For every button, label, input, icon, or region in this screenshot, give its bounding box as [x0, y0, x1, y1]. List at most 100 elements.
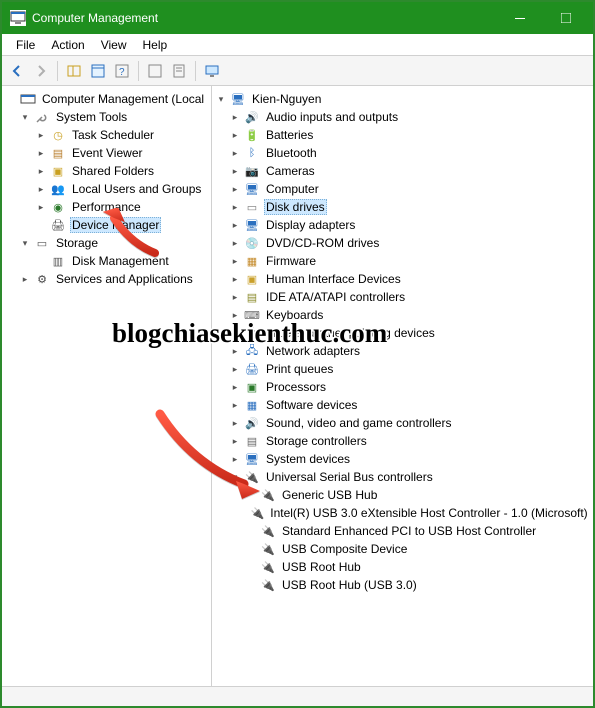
cat-software[interactable]: ▸▦Software devices: [212, 396, 593, 414]
cat-processors[interactable]: ▸▣Processors: [212, 378, 593, 396]
expand-icon[interactable]: ▸: [228, 326, 242, 340]
show-hide-tree-button[interactable]: [63, 60, 85, 82]
expand-icon[interactable]: ▸: [228, 344, 242, 358]
expand-icon[interactable]: ▸: [228, 290, 242, 304]
expand-icon[interactable]: ▸: [18, 272, 32, 286]
tree-label: Bluetooth: [264, 146, 319, 160]
expand-icon[interactable]: ▸: [228, 128, 242, 142]
expand-icon[interactable]: ▸: [34, 146, 48, 160]
usb-composite[interactable]: ▸🔌USB Composite Device: [212, 540, 593, 558]
expand-icon[interactable]: ▸: [228, 164, 242, 178]
tree-local-users[interactable]: ▸ 👥 Local Users and Groups: [2, 180, 211, 198]
usb-generic-hub[interactable]: ▸🔌Generic USB Hub: [212, 486, 593, 504]
tree-event-viewer[interactable]: ▸ ▤ Event Viewer: [2, 144, 211, 162]
expand-icon[interactable]: ▸: [228, 254, 242, 268]
tree-label: IDE ATA/ATAPI controllers: [264, 290, 407, 304]
firmware-icon: ▦: [244, 253, 260, 269]
right-tree-pane[interactable]: ▾ 🖥 Kien-Nguyen ▸🔊Audio inputs and outpu…: [212, 86, 593, 686]
cat-bluetooth[interactable]: ▸ᛒBluetooth: [212, 144, 593, 162]
expand-icon[interactable]: ▸: [228, 200, 242, 214]
expand-icon[interactable]: ▸: [228, 236, 242, 250]
tree-label: Computer: [264, 182, 321, 196]
menu-view[interactable]: View: [93, 36, 135, 54]
cat-keyboards[interactable]: ▸⌨Keyboards: [212, 306, 593, 324]
tree-label: Local Users and Groups: [70, 182, 203, 196]
processor-icon: ▣: [244, 379, 260, 395]
collapse-icon[interactable]: ▾: [18, 236, 32, 250]
cat-computer[interactable]: ▸🖥Computer: [212, 180, 593, 198]
collapse-icon[interactable]: ▾: [214, 92, 228, 106]
disk-drive-icon: ▭: [244, 199, 260, 215]
tree-shared-folders[interactable]: ▸ ▣ Shared Folders: [2, 162, 211, 180]
cat-network[interactable]: ▸🖧Network adapters: [212, 342, 593, 360]
tree-label: Event Viewer: [70, 146, 144, 160]
usb-standard-controller[interactable]: ▸🔌Standard Enhanced PCI to USB Host Cont…: [212, 522, 593, 540]
usb-root-hub-3[interactable]: ▸🔌USB Root Hub (USB 3.0): [212, 576, 593, 594]
menu-action[interactable]: Action: [43, 36, 92, 54]
expand-icon[interactable]: ▸: [228, 218, 242, 232]
properties-button[interactable]: [87, 60, 109, 82]
cat-mice[interactable]: ▸🖱Mice and other pointing devices: [212, 324, 593, 342]
cat-display[interactable]: ▸🖥 Display adapters: [212, 216, 593, 234]
forward-button[interactable]: [30, 60, 52, 82]
expand-icon[interactable]: ▸: [228, 362, 242, 376]
expand-icon[interactable]: ▸: [34, 182, 48, 196]
expand-icon[interactable]: ▸: [228, 380, 242, 394]
device-root[interactable]: ▾ 🖥 Kien-Nguyen: [212, 90, 593, 108]
cat-ide[interactable]: ▸▤IDE ATA/ATAPI controllers: [212, 288, 593, 306]
toolbar-separator: [195, 61, 196, 81]
expand-icon[interactable]: ▸: [34, 128, 48, 142]
menu-help[interactable]: Help: [135, 36, 176, 54]
refresh-button[interactable]: [144, 60, 166, 82]
camera-icon: 📷: [244, 163, 260, 179]
cat-batteries[interactable]: ▸🔋Batteries: [212, 126, 593, 144]
expand-icon[interactable]: ▸: [34, 200, 48, 214]
monitor-button[interactable]: [201, 60, 223, 82]
cat-disk-drives[interactable]: ▸▭Disk drives: [212, 198, 593, 216]
tree-label: Display adapters: [264, 218, 357, 232]
back-button[interactable]: [6, 60, 28, 82]
tree-system-tools[interactable]: ▾ System Tools: [2, 108, 211, 126]
tree-label: Storage: [54, 236, 100, 250]
titlebar: Computer Management: [2, 2, 593, 34]
cat-system-devices[interactable]: ▸🖥System devices: [212, 450, 593, 468]
menubar: File Action View Help: [2, 34, 593, 56]
expand-icon[interactable]: ▸: [228, 272, 242, 286]
tree-label: Kien-Nguyen: [250, 92, 323, 106]
cat-audio[interactable]: ▸🔊Audio inputs and outputs: [212, 108, 593, 126]
cat-dvd[interactable]: ▸💿DVD/CD-ROM drives: [212, 234, 593, 252]
menu-file[interactable]: File: [8, 36, 43, 54]
usb-root-hub[interactable]: ▸🔌USB Root Hub: [212, 558, 593, 576]
cat-sound[interactable]: ▸🔊Sound, video and game controllers: [212, 414, 593, 432]
expand-icon[interactable]: ▸: [228, 308, 242, 322]
minimize-button[interactable]: [497, 2, 543, 34]
tree-label: Sound, video and game controllers: [264, 416, 453, 430]
maximize-button[interactable]: [543, 2, 589, 34]
event-icon: ▤: [50, 145, 66, 161]
cat-cameras[interactable]: ▸📷Cameras: [212, 162, 593, 180]
tree-label: Universal Serial Bus controllers: [264, 470, 435, 484]
tree-root[interactable]: ▶ Computer Management (Local: [2, 90, 211, 108]
help-button[interactable]: ?: [111, 60, 133, 82]
tree-task-scheduler[interactable]: ▸ ◷ Task Scheduler: [2, 126, 211, 144]
display-icon: 🖥: [244, 217, 260, 233]
tree-label: Batteries: [264, 128, 315, 142]
cat-usb[interactable]: ▾🔌Universal Serial Bus controllers: [212, 468, 593, 486]
expand-icon[interactable]: ▸: [34, 164, 48, 178]
left-tree-pane[interactable]: ▶ Computer Management (Local ▾ System To…: [2, 86, 212, 686]
tree-services[interactable]: ▸ ⚙ Services and Applications: [2, 270, 211, 288]
audio-icon: 🔊: [244, 109, 260, 125]
expand-icon[interactable]: ▸: [228, 182, 242, 196]
usb-intel-controller[interactable]: ▸🔌Intel(R) USB 3.0 eXtensible Host Contr…: [212, 504, 593, 522]
app-icon: [10, 10, 26, 26]
expand-icon[interactable]: ▸: [228, 146, 242, 160]
cat-print-queues[interactable]: ▸🖨Print queues: [212, 360, 593, 378]
action-button[interactable]: [168, 60, 190, 82]
collapse-icon[interactable]: ▾: [18, 110, 32, 124]
usb-icon: 🔌: [260, 577, 276, 593]
cat-storage-controllers[interactable]: ▸▤Storage controllers: [212, 432, 593, 450]
cat-firmware[interactable]: ▸▦Firmware: [212, 252, 593, 270]
expand-icon[interactable]: ▸: [228, 110, 242, 124]
mouse-icon: 🖱: [244, 325, 260, 341]
cat-hid[interactable]: ▸▣Human Interface Devices: [212, 270, 593, 288]
